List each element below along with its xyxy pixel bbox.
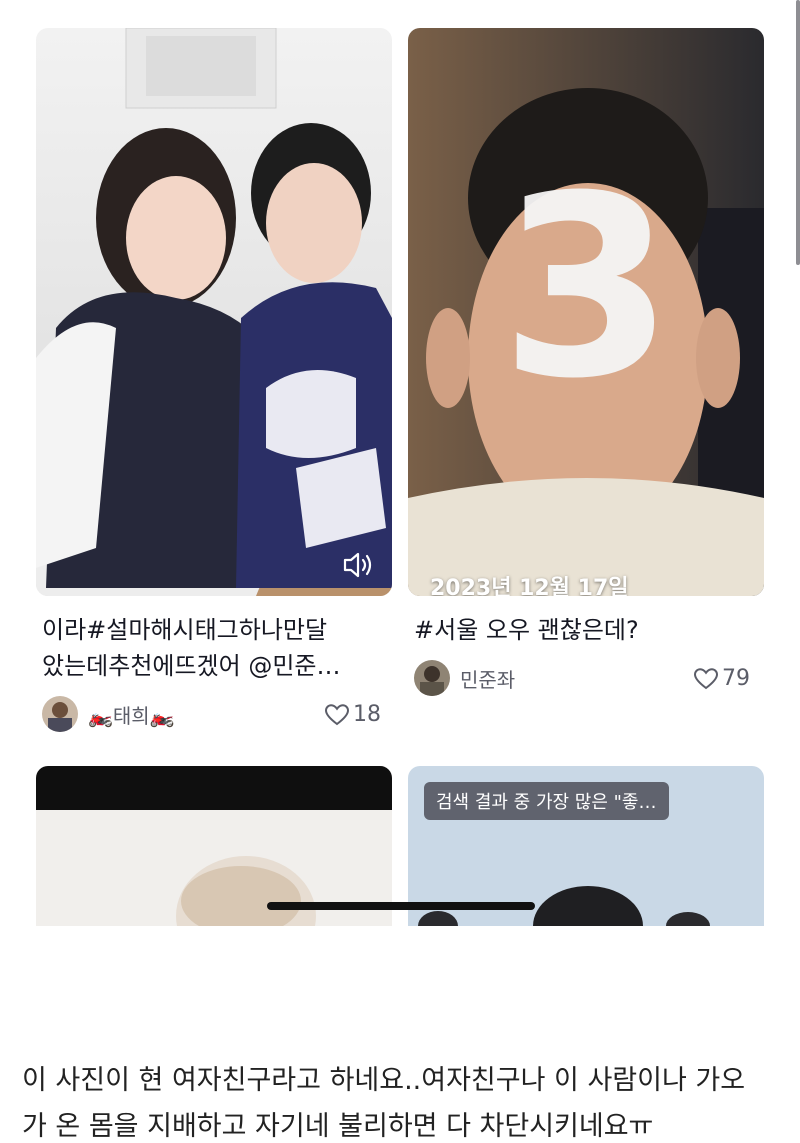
overlay-number: 3 — [500, 142, 674, 433]
author-name: 🏍️태희🏍️ — [88, 703, 175, 728]
heart-outline-icon — [325, 703, 349, 725]
card-caption[interactable]: 이라#설마해시태그하나만달 았는데추천에뜨겠어 @민준… — [42, 612, 392, 684]
caption-line-1: #서울 오우 괜찮은데? — [414, 616, 639, 644]
post-text-line-1: 이 사진이 현 여자친구라고 하네요..여자친구나 이 사람이나 가오 — [22, 1065, 746, 1096]
card-author[interactable]: 🏍️태희🏍️ — [42, 696, 175, 732]
video-card-1[interactable] — [36, 28, 392, 596]
video-thumbnail — [36, 28, 392, 596]
caption-line-2: 았는데추천에뜨겠어 @민준… — [42, 652, 341, 680]
avatar — [414, 660, 450, 696]
like-count[interactable]: 18 — [325, 702, 381, 727]
sound-icon[interactable] — [342, 550, 376, 580]
heart-outline-icon — [694, 667, 718, 689]
video-card-2[interactable]: 3 2023년 12월 17일 — [408, 28, 764, 596]
search-result-banner[interactable]: 검색 결과 중 가장 많은 "좋… — [424, 782, 669, 820]
card-author[interactable]: 민준좌 — [414, 660, 515, 696]
page-scrollbar[interactable] — [796, 0, 800, 265]
like-count[interactable]: 79 — [694, 666, 750, 691]
caption-line-1: 이라#설마해시태그하나만달 — [42, 616, 328, 644]
post-text-line-2: 가 온 몸을 지배하고 자기네 불리하면 다 차단시키네요ㅠ — [22, 1111, 654, 1142]
overlay-date: 2023년 12월 17일 — [430, 576, 629, 596]
author-name: 민준좌 — [460, 667, 516, 692]
scroll-indicator — [267, 902, 535, 910]
card-caption[interactable]: #서울 오우 괜찮은데? — [414, 612, 764, 648]
avatar — [42, 696, 78, 732]
